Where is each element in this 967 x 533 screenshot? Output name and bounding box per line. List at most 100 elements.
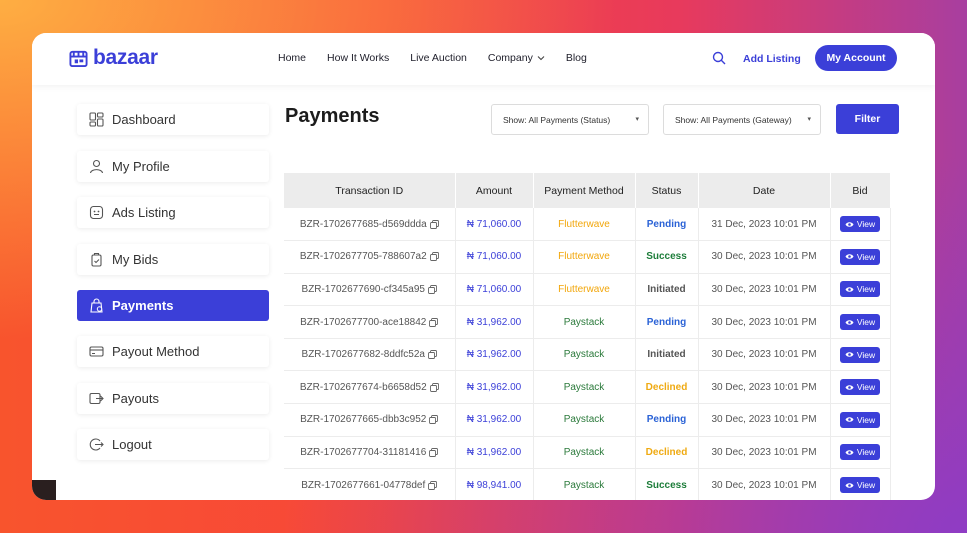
sidebar-item-payments[interactable]: Payments	[77, 290, 269, 321]
sidebar-item-my-bids[interactable]: My Bids	[77, 244, 269, 275]
eye-icon	[845, 319, 854, 325]
view-button[interactable]: View	[839, 281, 881, 298]
view-button-label: View	[856, 251, 876, 262]
table-row: BZR-1702677700-ace18842 ₦ 31,962.00 Paysta…	[284, 305, 891, 339]
cell-status: Success	[635, 240, 699, 274]
sidebar-item-ads-listing[interactable]: Ads Listing	[77, 197, 269, 228]
copy-icon[interactable]	[429, 415, 439, 425]
search-icon[interactable]	[712, 51, 726, 65]
header-transaction-id: Transaction ID	[284, 173, 456, 208]
sidebar-item-dashboard[interactable]: Dashboard	[77, 104, 269, 135]
eye-icon	[845, 287, 854, 292]
sidebar-item-label: Ads Listing	[112, 205, 176, 220]
copy-icon[interactable]	[429, 382, 439, 392]
cell-status: Initiated	[635, 338, 699, 372]
cell-payment-method: Flutterwave	[533, 240, 636, 274]
cell-status: Declined	[635, 370, 699, 405]
cell-transaction-id: BZR-1702677700-ace18842	[284, 305, 456, 339]
bids-icon	[91, 252, 102, 267]
gateway-filter-select[interactable]: Show: All Payments (Gateway) ▾	[663, 104, 821, 135]
cell-date: 30 Dec, 2023 10:01 PM	[698, 436, 831, 470]
eye-icon	[845, 221, 854, 227]
cell-status: Pending	[635, 305, 699, 339]
cell-amount: ₦ 98,941.00	[455, 468, 534, 500]
copy-icon[interactable]	[428, 285, 437, 294]
cell-payment-method: Paystack	[533, 305, 636, 339]
card-icon	[89, 346, 104, 357]
filter-button[interactable]: Filter	[836, 104, 899, 134]
cell-date: 30 Dec, 2023 10:01 PM	[698, 468, 831, 500]
nav-blog[interactable]: Blog	[566, 52, 587, 64]
table-row: BZR-1702677674-b6658d52 ₦ 31,962.00 Paysta…	[284, 370, 891, 405]
cell-status: Pending	[635, 403, 699, 437]
cell-status: Declined	[635, 436, 699, 470]
cell-date: 30 Dec, 2023 10:01 PM	[698, 240, 831, 274]
nav-company[interactable]: Company	[488, 52, 545, 64]
cell-payment-method: Paystack	[533, 468, 636, 500]
table-row: BZR-1702677665-dbb3c952 ₦ 31,962.00 Paysta…	[284, 403, 891, 437]
gateway-filter-value: Show: All Payments (Gateway)	[675, 114, 792, 125]
nav-live-auction-label: Live Auction	[410, 52, 467, 64]
cell-date: 30 Dec, 2023 10:01 PM	[698, 338, 831, 372]
view-button[interactable]: View	[839, 477, 881, 494]
cell-payment-method: Flutterwave	[533, 273, 636, 307]
cell-transaction-id: BZR-1702677661-04778def	[284, 468, 456, 500]
cell-bid: View	[830, 305, 891, 339]
main-nav: Home How It Works Live Auction Company B…	[278, 52, 587, 64]
chevron-down-icon	[537, 56, 545, 61]
logout-icon	[89, 438, 104, 451]
nav-home[interactable]: Home	[278, 52, 306, 64]
sidebar-item-payout-method[interactable]: Payout Method	[77, 336, 269, 367]
ads-icon	[89, 205, 104, 220]
view-button[interactable]: View	[839, 411, 881, 428]
sidebar-item-label: Logout	[112, 437, 152, 452]
table-body: BZR-1702677685-d569ddda ₦ 71,060.00 Flutte…	[284, 208, 891, 500]
view-button[interactable]: View	[839, 248, 881, 265]
nav-home-label: Home	[278, 52, 307, 64]
eye-icon	[845, 482, 854, 488]
add-listing-link[interactable]: Add Listing	[743, 53, 801, 65]
transaction-id-text: BZR-1702677704-31181416	[300, 446, 427, 458]
cell-amount: ₦ 31,962.00	[455, 436, 534, 470]
nav-blog-label: Blog	[565, 52, 587, 64]
nav-how-it-works[interactable]: How It Works	[327, 52, 389, 64]
view-button[interactable]: View	[839, 379, 881, 396]
payments-table: Transaction ID Amount Payment Method Sta…	[284, 173, 891, 500]
table-row: BZR-1702677682-8ddfc52a ₦ 31,962.00 Paysta…	[284, 338, 891, 372]
cell-status: Pending	[635, 208, 699, 242]
cell-date: 30 Dec, 2023 10:01 PM	[698, 273, 831, 307]
copy-icon[interactable]	[429, 252, 439, 262]
cell-date: 31 Dec, 2023 10:01 PM	[698, 208, 831, 242]
copy-icon[interactable]	[428, 480, 438, 490]
view-button-label: View	[856, 349, 876, 360]
cell-transaction-id: BZR-1702677690-cf345a95	[284, 273, 456, 307]
sidebar-item-my-profile[interactable]: My Profile	[77, 151, 269, 182]
sidebar-item-payouts[interactable]: Payouts	[77, 383, 269, 414]
transaction-id-text: BZR-1702677685-d569ddda	[299, 218, 427, 230]
copy-icon[interactable]	[429, 448, 439, 457]
brand-logo[interactable]: bazaar	[69, 46, 158, 69]
view-button-label: View	[856, 382, 876, 393]
view-button[interactable]: View	[839, 216, 881, 233]
transaction-id-text: BZR-1702677690-cf345a95	[301, 283, 425, 295]
view-button[interactable]: View	[839, 346, 881, 363]
copy-icon[interactable]	[428, 350, 437, 360]
status-filter-select[interactable]: Show: All Payments (Status) ▾	[491, 104, 649, 135]
copy-icon[interactable]	[429, 219, 439, 229]
copy-icon[interactable]	[429, 317, 439, 327]
nav-live-auction[interactable]: Live Auction	[410, 52, 467, 64]
my-account-button[interactable]: My Account	[815, 45, 897, 71]
view-button[interactable]: View	[839, 314, 881, 331]
header-date: Date	[698, 173, 831, 208]
cell-bid: View	[830, 436, 891, 470]
header-amount: Amount	[455, 173, 534, 208]
table-row: BZR-1702677705-788607a2 ₦ 71,060.00 Flutte…	[284, 240, 891, 274]
header-bid: Bid	[830, 173, 891, 208]
cell-transaction-id: BZR-1702677705-788607a2	[284, 240, 456, 274]
sidebar-item-logout[interactable]: Logout	[77, 429, 269, 460]
cell-payment-method: Paystack	[533, 370, 636, 405]
sidebar-item-label: Payments	[112, 298, 174, 313]
view-button[interactable]: View	[839, 444, 881, 461]
eye-icon	[845, 385, 854, 390]
video-thumbnail	[32, 480, 56, 500]
